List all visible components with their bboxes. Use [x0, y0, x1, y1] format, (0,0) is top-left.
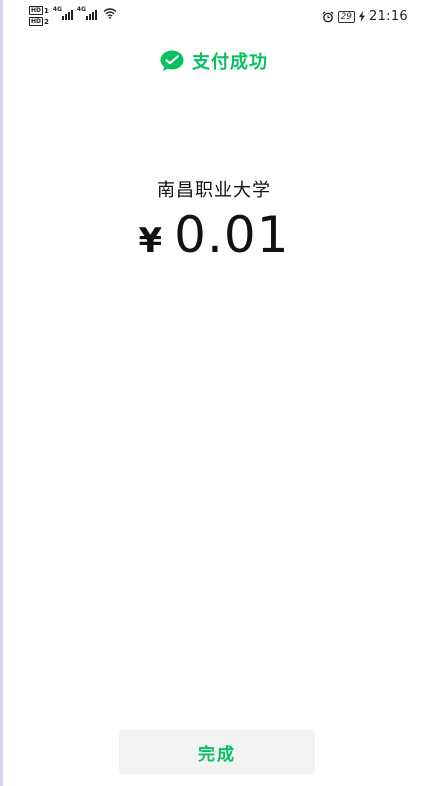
- sim1-indicator: HD 1: [29, 6, 49, 15]
- wechat-pay-check-icon: [160, 50, 184, 71]
- payment-amount: ¥ 0.01: [0, 206, 428, 264]
- currency-symbol: ¥: [138, 221, 163, 261]
- battery-level: 29: [337, 10, 356, 23]
- sim1-label: 1: [44, 6, 49, 15]
- hd-badge-icon: HD: [29, 6, 44, 15]
- status-bar-left: HD 1 HD 2 4G 4G: [29, 6, 117, 26]
- signal-strength-2-icon: 4G: [77, 6, 97, 20]
- alarm-icon: [322, 11, 334, 22]
- clock-time: 21:16: [369, 9, 408, 24]
- amount-value: 0.01: [174, 206, 290, 264]
- sim2-label: 2: [44, 17, 49, 26]
- status-bar-right: 29 21:16: [322, 9, 408, 24]
- merchant-name: 南昌职业大学: [157, 180, 271, 201]
- status-bar: HD 1 HD 2 4G 4G 29 21:16: [0, 0, 428, 32]
- done-button[interactable]: 完成: [119, 730, 315, 774]
- network-type-1: 4G: [52, 6, 62, 13]
- payment-result-header: 支付成功: [0, 48, 428, 74]
- sim-indicators: HD 1 HD 2: [29, 6, 49, 26]
- payment-success-title: 支付成功: [192, 52, 268, 73]
- signal-strength-1-icon: 4G: [53, 6, 73, 20]
- left-edge-divider: [0, 0, 3, 786]
- hd-badge-icon: HD: [29, 17, 44, 26]
- wifi-icon: [103, 8, 117, 19]
- network-type-2: 4G: [76, 6, 86, 13]
- lightning-icon: [359, 11, 366, 22]
- sim2-indicator: HD 2: [29, 17, 49, 26]
